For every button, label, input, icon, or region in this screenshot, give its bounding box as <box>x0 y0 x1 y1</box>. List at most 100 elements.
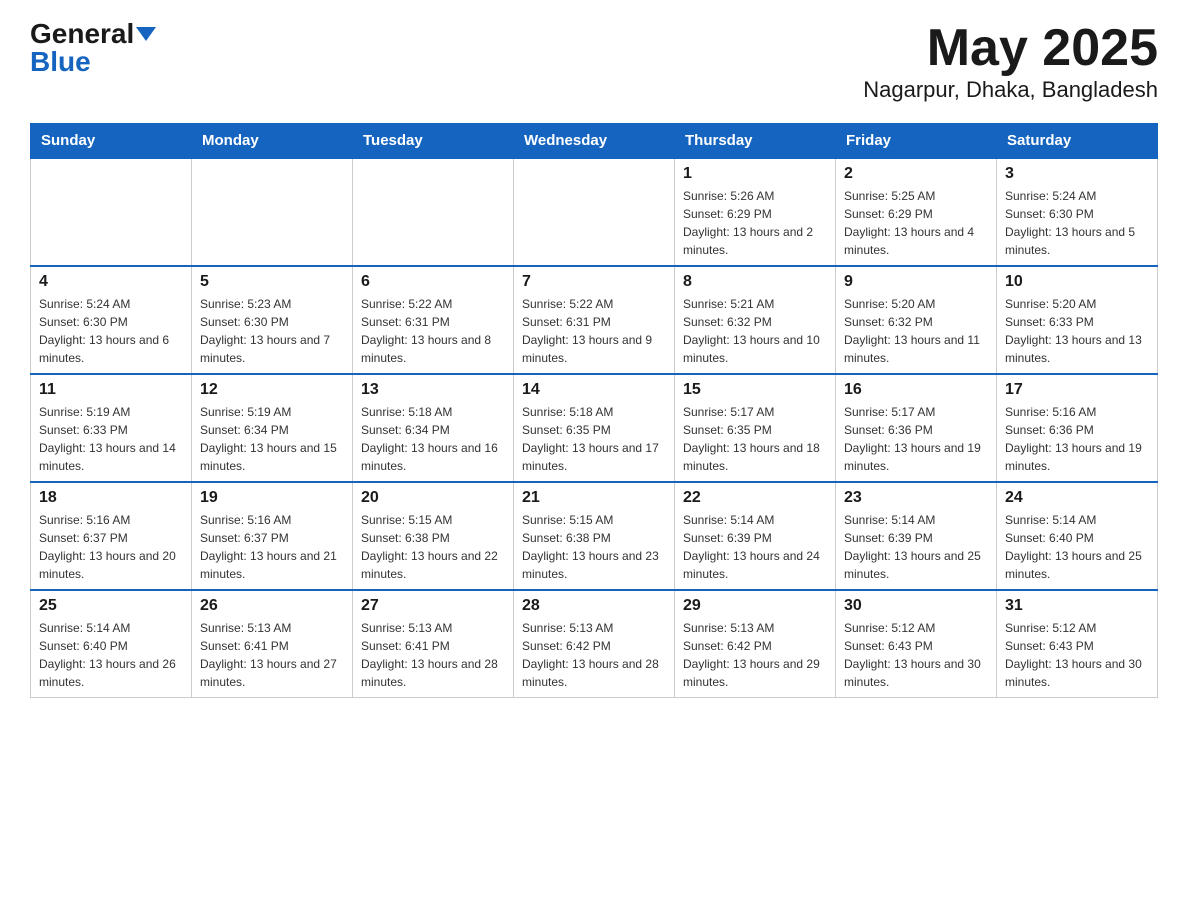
calendar-cell: 29Sunrise: 5:13 AMSunset: 6:42 PMDayligh… <box>675 590 836 698</box>
title-block: May 2025 Nagarpur, Dhaka, Bangladesh <box>863 20 1158 103</box>
calendar-cell: 30 Sunrise: 5:12 AMSunset: 6:43 PMDayligh… <box>836 590 997 698</box>
week-row-4: 18 Sunrise: 5:16 AMSunset: 6:37 PMDayligh… <box>31 482 1158 590</box>
calendar-cell: 28Sunrise: 5:13 AMSunset: 6:42 PMDayligh… <box>514 590 675 698</box>
calendar-cell: 22 Sunrise: 5:14 AMSunset: 6:39 PMDayligh… <box>675 482 836 590</box>
day-number: 1 <box>683 165 827 183</box>
weekday-header-sunday: Sunday <box>31 124 192 159</box>
day-info: Sunrise: 5:20 AMSunset: 6:32 PMDaylight:… <box>844 295 988 367</box>
day-info: Sunrise: 5:19 AMSunset: 6:33 PMDaylight:… <box>39 403 183 475</box>
day-info: Sunrise: 5:14 AMSunset: 6:40 PMDaylight:… <box>1005 511 1149 583</box>
day-number: 31 <box>1005 597 1149 615</box>
day-number: 7 <box>522 273 666 291</box>
calendar-cell: 23Sunrise: 5:14 AMSunset: 6:39 PMDayligh… <box>836 482 997 590</box>
weekday-header-tuesday: Tuesday <box>353 124 514 159</box>
day-info: Sunrise: 5:14 AMSunset: 6:39 PMDaylight:… <box>844 511 988 583</box>
week-row-1: 1 Sunrise: 5:26 AMSunset: 6:29 PMDaylight… <box>31 158 1158 266</box>
calendar-cell: 25 Sunrise: 5:14 AMSunset: 6:40 PMDayligh… <box>31 590 192 698</box>
calendar-cell: 24 Sunrise: 5:14 AMSunset: 6:40 PMDayligh… <box>997 482 1158 590</box>
logo: General Blue <box>30 20 156 76</box>
day-number: 12 <box>200 381 344 399</box>
day-number: 4 <box>39 273 183 291</box>
calendar-cell <box>192 158 353 266</box>
day-number: 24 <box>1005 489 1149 507</box>
logo-blue: Blue <box>30 48 91 76</box>
calendar-cell: 15 Sunrise: 5:17 AMSunset: 6:35 PMDayligh… <box>675 374 836 482</box>
day-number: 6 <box>361 273 505 291</box>
calendar-cell: 12 Sunrise: 5:19 AMSunset: 6:34 PMDayligh… <box>192 374 353 482</box>
calendar-cell <box>514 158 675 266</box>
day-number: 13 <box>361 381 505 399</box>
calendar-cell: 8 Sunrise: 5:21 AMSunset: 6:32 PMDaylight… <box>675 266 836 374</box>
calendar-cell: 9 Sunrise: 5:20 AMSunset: 6:32 PMDaylight… <box>836 266 997 374</box>
weekday-header-row: SundayMondayTuesdayWednesdayThursdayFrid… <box>31 124 1158 159</box>
calendar-cell <box>31 158 192 266</box>
day-number: 16 <box>844 381 988 399</box>
day-number: 22 <box>683 489 827 507</box>
logo-triangle-icon <box>136 27 156 41</box>
day-info: Sunrise: 5:22 AMSunset: 6:31 PMDaylight:… <box>361 295 505 367</box>
calendar-cell: 13Sunrise: 5:18 AMSunset: 6:34 PMDayligh… <box>353 374 514 482</box>
day-number: 17 <box>1005 381 1149 399</box>
week-row-2: 4Sunrise: 5:24 AMSunset: 6:30 PMDaylight… <box>31 266 1158 374</box>
day-number: 27 <box>361 597 505 615</box>
day-number: 2 <box>844 165 988 183</box>
weekday-header-monday: Monday <box>192 124 353 159</box>
calendar-table: SundayMondayTuesdayWednesdayThursdayFrid… <box>30 123 1158 698</box>
day-info: Sunrise: 5:26 AMSunset: 6:29 PMDaylight:… <box>683 187 827 259</box>
calendar-cell: 17 Sunrise: 5:16 AMSunset: 6:36 PMDayligh… <box>997 374 1158 482</box>
day-info: Sunrise: 5:14 AMSunset: 6:40 PMDaylight:… <box>39 619 183 691</box>
weekday-header-wednesday: Wednesday <box>514 124 675 159</box>
day-info: Sunrise: 5:22 AMSunset: 6:31 PMDaylight:… <box>522 295 666 367</box>
day-number: 18 <box>39 489 183 507</box>
weekday-header-thursday: Thursday <box>675 124 836 159</box>
day-info: Sunrise: 5:16 AMSunset: 6:37 PMDaylight:… <box>200 511 344 583</box>
calendar-cell: 14Sunrise: 5:18 AMSunset: 6:35 PMDayligh… <box>514 374 675 482</box>
day-info: Sunrise: 5:17 AMSunset: 6:36 PMDaylight:… <box>844 403 988 475</box>
calendar-title: May 2025 <box>863 20 1158 77</box>
day-info: Sunrise: 5:16 AMSunset: 6:36 PMDaylight:… <box>1005 403 1149 475</box>
day-info: Sunrise: 5:14 AMSunset: 6:39 PMDaylight:… <box>683 511 827 583</box>
calendar-cell: 16 Sunrise: 5:17 AMSunset: 6:36 PMDayligh… <box>836 374 997 482</box>
day-number: 10 <box>1005 273 1149 291</box>
day-info: Sunrise: 5:16 AMSunset: 6:37 PMDaylight:… <box>39 511 183 583</box>
calendar-cell: 2 Sunrise: 5:25 AMSunset: 6:29 PMDaylight… <box>836 158 997 266</box>
calendar-cell: 26Sunrise: 5:13 AMSunset: 6:41 PMDayligh… <box>192 590 353 698</box>
day-info: Sunrise: 5:18 AMSunset: 6:35 PMDaylight:… <box>522 403 666 475</box>
day-number: 11 <box>39 381 183 399</box>
day-info: Sunrise: 5:15 AMSunset: 6:38 PMDaylight:… <box>361 511 505 583</box>
day-info: Sunrise: 5:25 AMSunset: 6:29 PMDaylight:… <box>844 187 988 259</box>
day-info: Sunrise: 5:12 AMSunset: 6:43 PMDaylight:… <box>1005 619 1149 691</box>
day-number: 3 <box>1005 165 1149 183</box>
day-number: 20 <box>361 489 505 507</box>
day-number: 30 <box>844 597 988 615</box>
day-info: Sunrise: 5:20 AMSunset: 6:33 PMDaylight:… <box>1005 295 1149 367</box>
day-number: 19 <box>200 489 344 507</box>
calendar-cell: 31 Sunrise: 5:12 AMSunset: 6:43 PMDayligh… <box>997 590 1158 698</box>
day-info: Sunrise: 5:21 AMSunset: 6:32 PMDaylight:… <box>683 295 827 367</box>
day-number: 9 <box>844 273 988 291</box>
day-number: 25 <box>39 597 183 615</box>
day-info: Sunrise: 5:17 AMSunset: 6:35 PMDaylight:… <box>683 403 827 475</box>
day-info: Sunrise: 5:13 AMSunset: 6:41 PMDaylight:… <box>361 619 505 691</box>
day-number: 21 <box>522 489 666 507</box>
calendar-cell: 4Sunrise: 5:24 AMSunset: 6:30 PMDaylight… <box>31 266 192 374</box>
day-info: Sunrise: 5:15 AMSunset: 6:38 PMDaylight:… <box>522 511 666 583</box>
logo-general: General <box>30 20 134 48</box>
day-info: Sunrise: 5:23 AMSunset: 6:30 PMDaylight:… <box>200 295 344 367</box>
day-info: Sunrise: 5:12 AMSunset: 6:43 PMDaylight:… <box>844 619 988 691</box>
day-info: Sunrise: 5:24 AMSunset: 6:30 PMDaylight:… <box>1005 187 1149 259</box>
weekday-header-saturday: Saturday <box>997 124 1158 159</box>
day-number: 26 <box>200 597 344 615</box>
calendar-cell: 5 Sunrise: 5:23 AMSunset: 6:30 PMDaylight… <box>192 266 353 374</box>
day-number: 15 <box>683 381 827 399</box>
calendar-cell: 7 Sunrise: 5:22 AMSunset: 6:31 PMDaylight… <box>514 266 675 374</box>
calendar-cell: 11 Sunrise: 5:19 AMSunset: 6:33 PMDayligh… <box>31 374 192 482</box>
day-number: 8 <box>683 273 827 291</box>
page-header: General Blue May 2025 Nagarpur, Dhaka, B… <box>30 20 1158 103</box>
week-row-5: 25 Sunrise: 5:14 AMSunset: 6:40 PMDayligh… <box>31 590 1158 698</box>
day-number: 29 <box>683 597 827 615</box>
calendar-cell: 27 Sunrise: 5:13 AMSunset: 6:41 PMDayligh… <box>353 590 514 698</box>
day-info: Sunrise: 5:19 AMSunset: 6:34 PMDaylight:… <box>200 403 344 475</box>
day-number: 5 <box>200 273 344 291</box>
calendar-cell: 18 Sunrise: 5:16 AMSunset: 6:37 PMDayligh… <box>31 482 192 590</box>
